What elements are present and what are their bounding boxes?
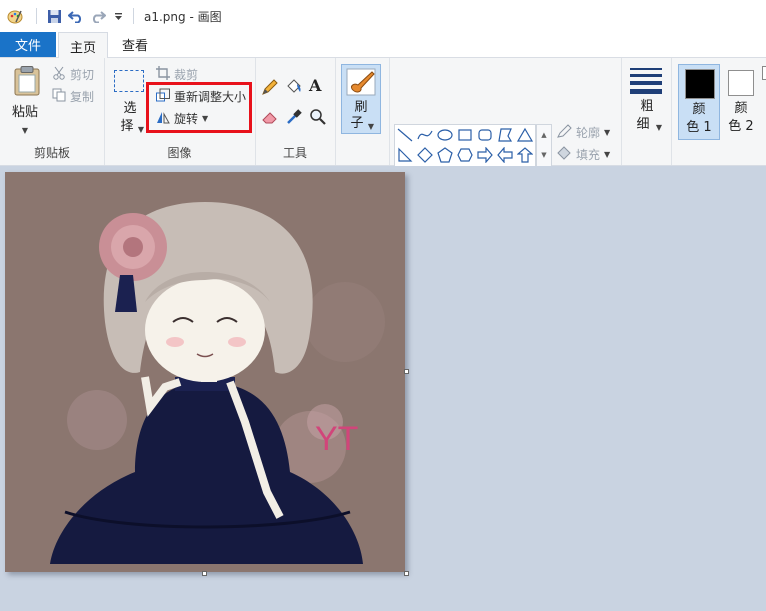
resize-handle-corner[interactable] bbox=[404, 571, 409, 576]
image-group-label: 图像 bbox=[167, 146, 192, 160]
tab-home[interactable]: 主页 bbox=[58, 32, 108, 59]
fill-bucket-icon[interactable] bbox=[285, 78, 303, 99]
left-arrow-shape-icon[interactable] bbox=[495, 145, 515, 165]
scissors-icon bbox=[52, 66, 66, 83]
up-arrow-shape-icon[interactable] bbox=[515, 145, 535, 165]
size-dropdown-arrow[interactable]: ▼ bbox=[654, 119, 664, 136]
rounded-rectangle-shape-icon[interactable] bbox=[475, 125, 495, 145]
palette-color-swatch[interactable] bbox=[762, 66, 766, 80]
brushes-dropdown-arrow[interactable]: ▼ bbox=[366, 118, 376, 135]
hexagon-shape-icon[interactable] bbox=[455, 145, 475, 165]
select-label-1: 选 bbox=[123, 101, 137, 116]
title-bar: a1.png - 画图 bbox=[0, 0, 766, 33]
window-title: a1.png - 画图 bbox=[144, 9, 222, 24]
brushes-button[interactable]: 刷 子 ▼ bbox=[341, 64, 381, 134]
separator bbox=[133, 8, 134, 24]
tab-file[interactable]: 文件 bbox=[0, 32, 56, 57]
color1-swatch bbox=[685, 69, 715, 99]
scroll-down-icon[interactable]: ▼ bbox=[541, 151, 546, 159]
rectangle-shape-icon[interactable] bbox=[455, 125, 475, 145]
color2-button[interactable]: 颜 色 2 bbox=[724, 64, 758, 140]
select-dropdown-arrow[interactable]: ▼ bbox=[136, 121, 146, 138]
clipboard-group: 粘贴 ▼ 剪切 复制 剪贴板 bbox=[0, 58, 105, 165]
crop-icon bbox=[156, 66, 170, 83]
select-button[interactable]: 选 择 ▼ bbox=[112, 66, 148, 138]
polygon-shape-icon[interactable] bbox=[495, 125, 515, 145]
crop-button[interactable]: 裁剪 bbox=[156, 66, 198, 83]
customize-toolbar-icon[interactable] bbox=[109, 0, 127, 32]
ribbon-tabs: 文件 主页 查看 bbox=[0, 32, 766, 59]
paint-app-icon[interactable] bbox=[0, 0, 30, 32]
oval-shape-icon[interactable] bbox=[435, 125, 455, 145]
triangle-shape-icon[interactable] bbox=[515, 125, 535, 145]
fill-dropdown-arrow[interactable]: ▼ bbox=[604, 150, 610, 159]
cut-button[interactable]: 剪切 bbox=[52, 66, 94, 83]
paste-dropdown-arrow[interactable]: ▼ bbox=[6, 122, 44, 139]
tools-group: A 工具 bbox=[255, 58, 336, 165]
magnifier-icon[interactable] bbox=[309, 108, 327, 129]
fill-icon bbox=[556, 146, 572, 163]
canvas-area: YT bbox=[0, 166, 766, 611]
resize-handle-bottom[interactable] bbox=[202, 571, 207, 576]
pentagon-shape-icon[interactable] bbox=[435, 145, 455, 165]
ribbon: 粘贴 ▼ 剪切 复制 剪贴板 选 择 ▼ 裁剪 重新调整大小 旋转 ▼ 图像 A… bbox=[0, 58, 766, 186]
color-picker-icon[interactable] bbox=[285, 108, 303, 129]
size-label-1: 粗 bbox=[640, 99, 654, 114]
outline-brush-icon bbox=[556, 124, 572, 141]
select-rectangle-icon bbox=[114, 70, 144, 92]
fill-button[interactable]: 填充 ▼ bbox=[556, 146, 610, 163]
right-triangle-shape-icon[interactable] bbox=[395, 145, 415, 165]
pencil-icon[interactable] bbox=[261, 78, 279, 99]
text-tool-icon[interactable]: A bbox=[309, 76, 321, 95]
paste-label: 粘贴 bbox=[11, 105, 38, 120]
size-group: 粗 细 ▼ bbox=[621, 58, 672, 165]
brushes-group: 刷 子 ▼ bbox=[335, 58, 390, 165]
paste-button[interactable]: 粘贴 ▼ bbox=[6, 62, 44, 138]
color1-label-2: 色 1 bbox=[686, 120, 712, 135]
tab-view[interactable]: 查看 bbox=[110, 32, 160, 57]
watermark-text: YT bbox=[315, 420, 358, 458]
copy-button[interactable]: 复制 bbox=[52, 88, 94, 105]
color2-swatch bbox=[728, 70, 754, 96]
highlight-box bbox=[146, 82, 252, 133]
paste-icon bbox=[14, 66, 40, 99]
color2-label-1: 颜 bbox=[734, 101, 748, 116]
right-arrow-shape-icon[interactable] bbox=[475, 145, 495, 165]
line-width-icon bbox=[630, 68, 662, 94]
redo-icon[interactable] bbox=[87, 0, 109, 32]
line-shape-icon[interactable] bbox=[395, 125, 415, 145]
undo-icon[interactable] bbox=[65, 0, 87, 32]
copy-icon bbox=[52, 88, 66, 105]
image-canvas[interactable]: YT bbox=[5, 172, 405, 572]
brushes-label-1: 刷 bbox=[354, 100, 368, 115]
brush-icon bbox=[346, 67, 376, 100]
eraser-icon[interactable] bbox=[261, 108, 279, 129]
diamond-shape-icon[interactable] bbox=[415, 145, 435, 165]
copy-label: 复制 bbox=[70, 90, 95, 104]
girl-illustration: YT bbox=[5, 172, 405, 572]
curve-shape-icon[interactable] bbox=[415, 125, 435, 145]
outline-dropdown-arrow[interactable]: ▼ bbox=[604, 128, 610, 137]
save-icon[interactable] bbox=[43, 0, 65, 32]
fill-label: 填充 bbox=[576, 148, 601, 162]
outline-label: 轮廓 bbox=[576, 126, 601, 140]
color2-label-2: 色 2 bbox=[728, 119, 754, 134]
scroll-up-icon[interactable]: ▲ bbox=[541, 131, 546, 139]
resize-handle-right[interactable] bbox=[404, 369, 409, 374]
cut-label: 剪切 bbox=[70, 68, 95, 82]
tools-group-label: 工具 bbox=[282, 146, 307, 160]
separator bbox=[36, 8, 37, 24]
color1-label-1: 颜 bbox=[692, 102, 706, 117]
color1-button[interactable]: 颜 色 1 bbox=[678, 64, 720, 140]
size-button[interactable]: 粗 细 ▼ bbox=[627, 64, 667, 134]
clipboard-group-label: 剪贴板 bbox=[33, 146, 70, 160]
outline-button[interactable]: 轮廓 ▼ bbox=[556, 124, 610, 141]
crop-label: 裁剪 bbox=[174, 68, 199, 82]
